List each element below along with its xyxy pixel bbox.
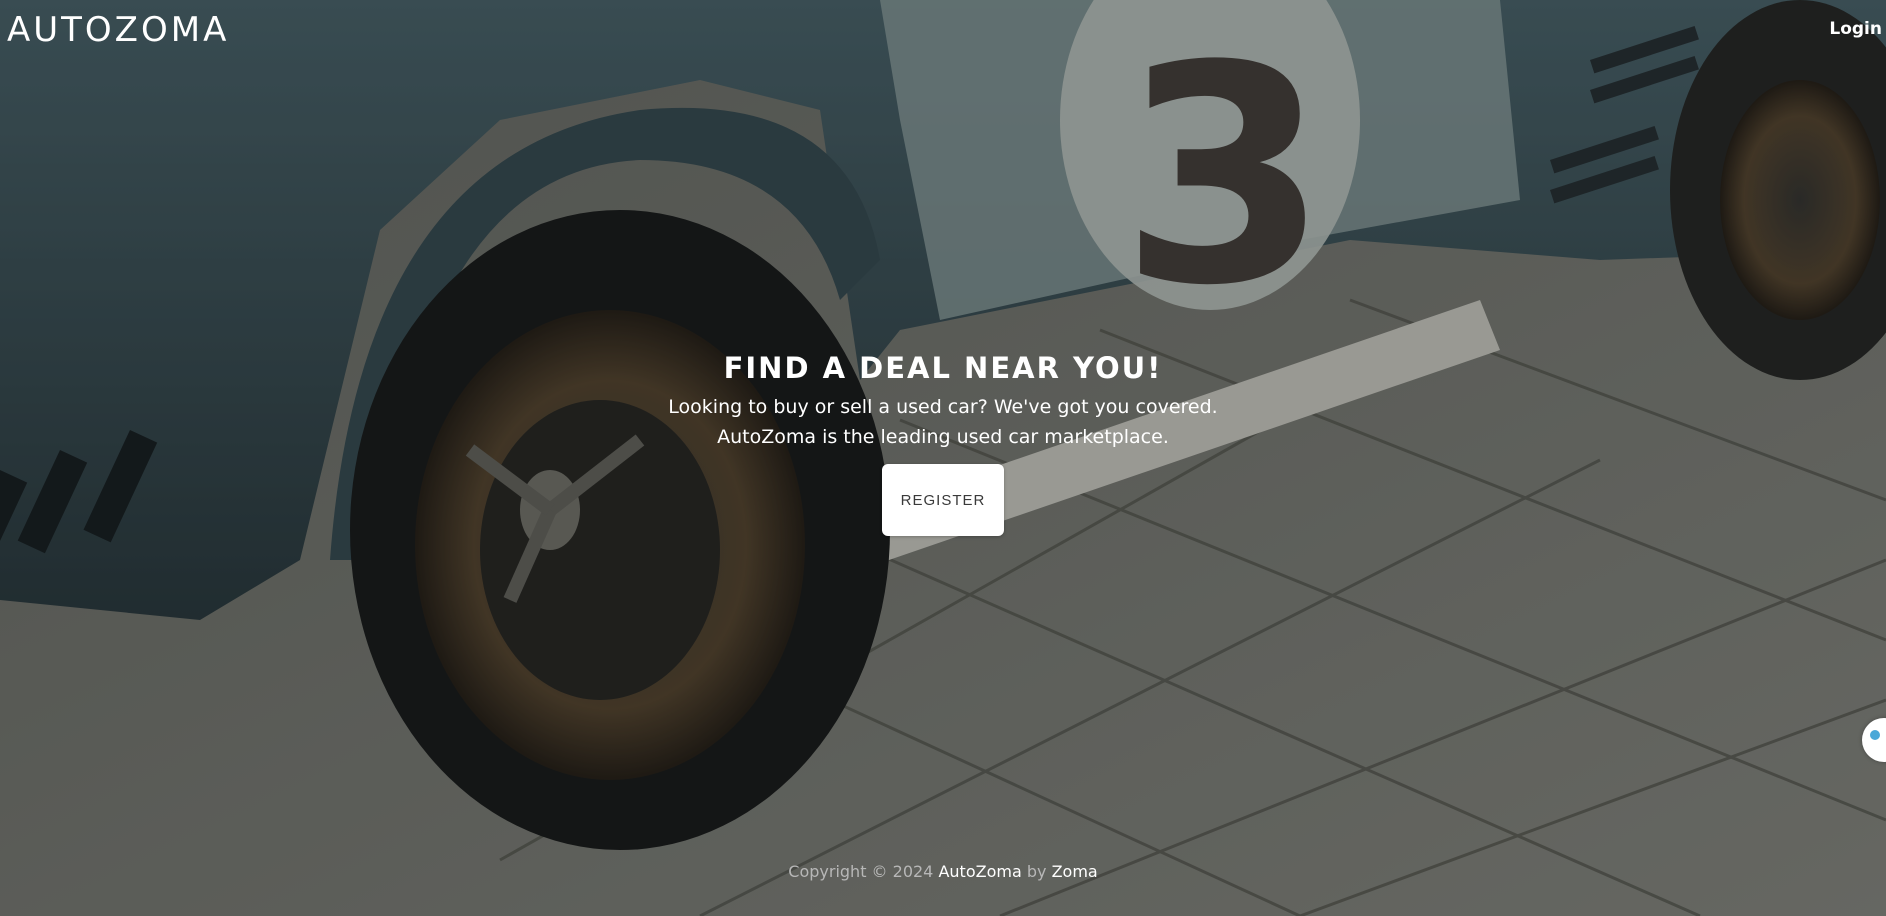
login-link[interactable]: Login xyxy=(1829,19,1882,39)
brand-logo[interactable]: AUTOZOMA xyxy=(7,10,229,50)
hero-subtitle: Looking to buy or sell a used car? We've… xyxy=(0,392,1886,452)
page: 3 AUTOZOMA Login FIND A DEAL NEAR YOU! L… xyxy=(0,0,1886,916)
footer: Copyright © 2024 AutoZoma by Zoma xyxy=(0,862,1886,881)
register-button[interactable]: REGISTER xyxy=(882,464,1004,536)
hero-content: FIND A DEAL NEAR YOU! Looking to buy or … xyxy=(0,350,1886,536)
chat-dot-icon xyxy=(1870,730,1880,740)
footer-by: by xyxy=(1026,862,1047,881)
footer-brand-link[interactable]: AutoZoma xyxy=(938,862,1021,881)
footer-copyright: Copyright © 2024 xyxy=(788,862,934,881)
hero-subtitle-line-1: Looking to buy or sell a used car? We've… xyxy=(668,396,1218,418)
hero-title: FIND A DEAL NEAR YOU! xyxy=(723,351,1163,385)
footer-author-link[interactable]: Zoma xyxy=(1052,862,1098,881)
hero-subtitle-line-2: AutoZoma is the leading used car marketp… xyxy=(717,426,1169,448)
